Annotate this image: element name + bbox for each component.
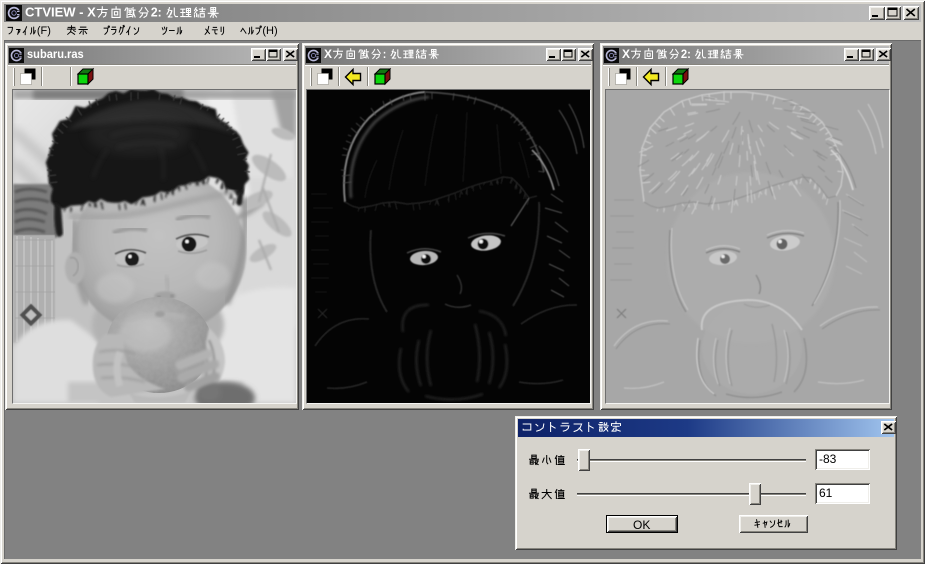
svg-text:X: X [324, 47, 332, 61]
svg-text:subaru.ras: subaru.ras [27, 47, 84, 61]
svg-text:(F): (F) [37, 25, 51, 37]
svg-text:X: X [622, 47, 630, 61]
svg-text:CTVIEW - X: CTVIEW - X [25, 5, 96, 20]
svg-text:(H): (H) [262, 25, 277, 37]
svg-text::: : [383, 47, 386, 61]
svg-text:2:: 2: [681, 47, 691, 61]
svg-text:2:: 2: [151, 5, 162, 20]
